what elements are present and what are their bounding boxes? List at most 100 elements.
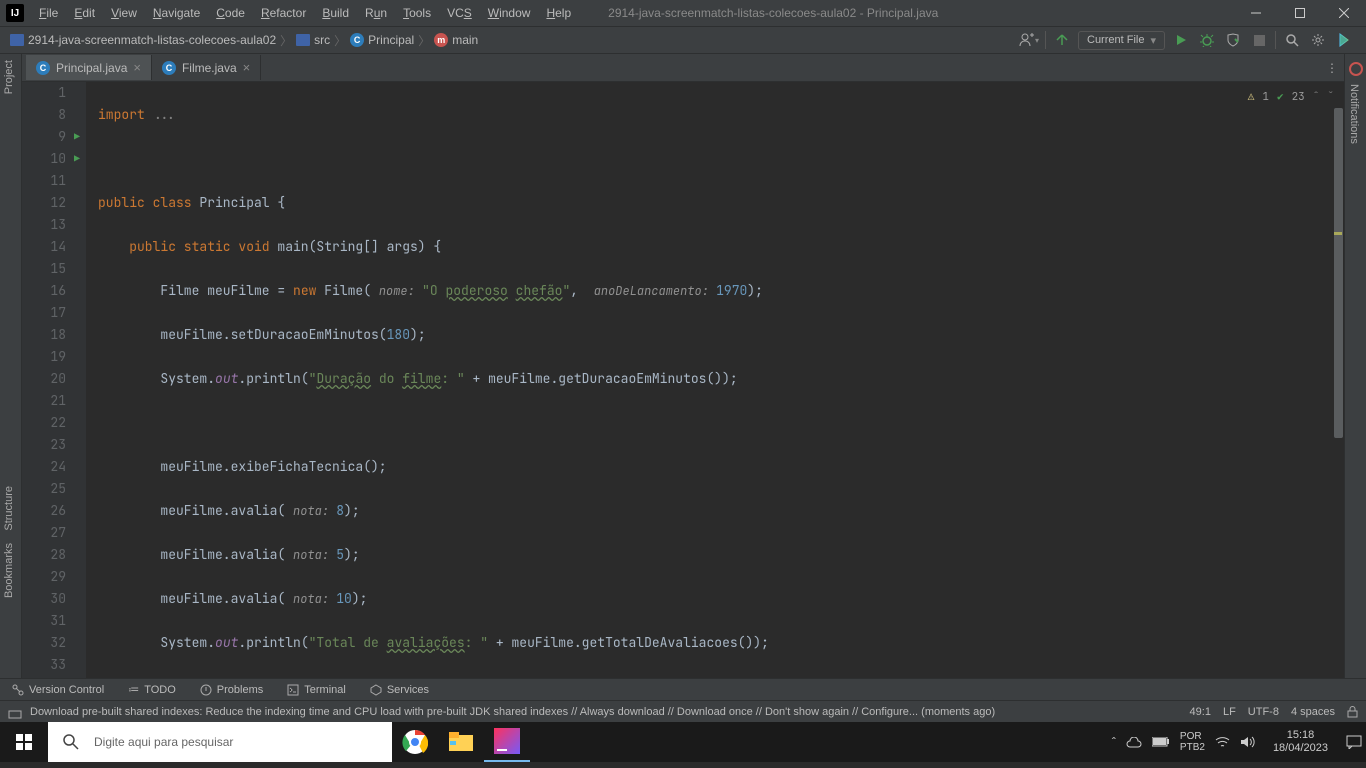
tool-structure[interactable]: Structure [0,480,18,537]
menu-window[interactable]: Window [481,2,538,24]
menu-vcs[interactable]: VCS [440,2,479,24]
tray-onedrive-icon[interactable] [1126,737,1142,748]
chevron-up-icon[interactable]: ˆ [1313,86,1320,108]
taskbar-intellij[interactable] [484,722,530,762]
crumb-class[interactable]: CPrincipal [350,33,414,47]
tool-services[interactable]: Services [358,684,441,696]
tool-notifications[interactable]: Notifications [1345,78,1363,150]
code-editor[interactable]: ⚠1 ✔23 ˆ ˇ 1 8 9▶ 10▶ 11 12 13 14 15 16 … [22,82,1344,678]
scrollbar[interactable] [1332,82,1344,678]
tray-notifications-icon[interactable] [1346,735,1362,749]
editor-tabs: CPrincipal.java× CFilme.java× ⋮ [22,54,1344,82]
menu-navigate[interactable]: Navigate [146,2,207,24]
menu-tools[interactable]: Tools [396,2,438,24]
menu-build[interactable]: Build [315,2,356,24]
right-tool-strip: Notifications [1344,54,1366,678]
warning-icon: ⚠ [1248,86,1255,108]
tray-battery-icon[interactable] [1152,737,1170,747]
check-icon: ✔ [1277,86,1284,108]
titlebar: IJ File Edit View Navigate Code Refactor… [0,0,1366,26]
breadcrumb: 2914-java-screenmatch-listas-colecoes-au… [0,32,1019,49]
menu-view[interactable]: View [104,2,144,24]
ai-icon[interactable] [1334,30,1354,50]
folder-icon [10,34,24,46]
inspection-widget[interactable]: ⚠1 ✔23 ˆ ˇ [1248,86,1334,108]
tool-project[interactable]: Project [0,54,18,100]
start-button[interactable] [0,722,48,762]
main-area: Project Structure Bookmarks CPrincipal.j… [0,54,1366,678]
tray-language-icon[interactable]: PORPTB2 [1180,731,1205,753]
menu-code[interactable]: Code [209,2,252,24]
menu-edit[interactable]: Edit [67,2,102,24]
tool-bookmarks[interactable]: Bookmarks [0,537,18,604]
run-config-selector[interactable]: Current File▾ [1078,31,1165,50]
toolbar: ▾ Current File▾ [1019,30,1366,50]
scrollbar-thumb[interactable] [1334,108,1343,438]
editor-area: CPrincipal.java× CFilme.java× ⋮ ⚠1 ✔23 ˆ… [22,54,1344,678]
code-text[interactable]: import ... public class Principal { publ… [86,82,1344,678]
left-tool-strip: Project Structure Bookmarks [0,54,22,678]
tray-wifi-icon[interactable] [1215,736,1230,748]
class-icon: C [36,61,50,75]
crumb-src[interactable]: src [296,33,330,47]
status-icon[interactable] [8,705,22,719]
coverage-icon[interactable] [1223,30,1243,50]
status-message[interactable]: Download pre-built shared indexes: Reduc… [30,706,995,718]
tray-chevron-icon[interactable]: ˆ [1112,735,1116,749]
search-icon[interactable] [1282,30,1302,50]
readonly-lock-icon[interactable] [1347,706,1358,718]
menu-refactor[interactable]: Refactor [254,2,313,24]
crumb-method[interactable]: mmain [434,33,478,47]
search-placeholder: Digite aqui para pesquisar [94,735,233,749]
menu-help[interactable]: Help [539,2,578,24]
add-user-icon[interactable]: ▾ [1019,30,1039,50]
tray-volume-icon[interactable] [1240,736,1255,748]
taskbar-chrome[interactable] [392,722,438,762]
method-icon: m [434,33,448,47]
update-icon[interactable] [1052,30,1072,50]
tool-problems[interactable]: Problems [188,684,275,696]
tray-clock[interactable]: 15:1818/04/2023 [1265,729,1336,755]
tab-options-icon[interactable]: ⋮ [1326,61,1338,75]
tool-version-control[interactable]: Version Control [0,684,116,696]
folder-icon [296,34,310,46]
tool-todo[interactable]: ≔TODO [116,683,188,696]
taskbar-explorer[interactable] [438,722,484,762]
run-button[interactable] [1171,30,1191,50]
indent-setting[interactable]: 4 spaces [1291,706,1335,718]
main-menu: File Edit View Navigate Code Refactor Bu… [32,2,578,24]
maximize-button[interactable] [1278,0,1322,26]
class-icon: C [162,61,176,75]
close-button[interactable] [1322,0,1366,26]
minimize-button[interactable] [1234,0,1278,26]
line-ending[interactable]: LF [1223,706,1236,718]
window-title: 2914-java-screenmatch-listas-colecoes-au… [578,6,1234,20]
menu-file[interactable]: File [32,2,65,24]
settings-icon[interactable] [1308,30,1328,50]
close-icon[interactable]: × [133,60,141,75]
caret-position[interactable]: 49:1 [1190,706,1211,718]
file-encoding[interactable]: UTF-8 [1248,706,1279,718]
crumb-project[interactable]: 2914-java-screenmatch-listas-colecoes-au… [10,33,276,47]
close-icon[interactable]: × [243,60,251,75]
taskbar-search[interactable]: Digite aqui para pesquisar [48,722,392,762]
search-icon [62,733,80,751]
chevron-down-icon[interactable]: ˇ [1327,86,1334,108]
stop-button[interactable] [1249,30,1269,50]
tool-terminal[interactable]: Terminal [275,684,358,696]
run-gutter-icon[interactable]: ▶ [74,126,80,148]
system-tray: ˆ PORPTB2 15:1818/04/2023 [1112,729,1366,755]
tab-filme[interactable]: CFilme.java× [152,55,261,80]
line-gutter: 1 8 9▶ 10▶ 11 12 13 14 15 16 17 18 19 20… [22,82,72,678]
run-gutter-icon[interactable]: ▶ [74,148,80,170]
debug-button[interactable] [1197,30,1217,50]
class-icon: C [350,33,364,47]
app-icon: IJ [6,4,24,22]
bottom-tool-bar: Version Control ≔TODO Problems Terminal … [0,678,1366,700]
notification-badge-icon[interactable] [1349,62,1363,76]
windows-taskbar: Digite aqui para pesquisar ˆ PORPTB2 15:… [0,722,1366,762]
tab-principal[interactable]: CPrincipal.java× [26,55,152,80]
navigation-bar: 2914-java-screenmatch-listas-colecoes-au… [0,26,1366,54]
menu-run[interactable]: Run [358,2,394,24]
fold-column[interactable] [72,82,86,678]
